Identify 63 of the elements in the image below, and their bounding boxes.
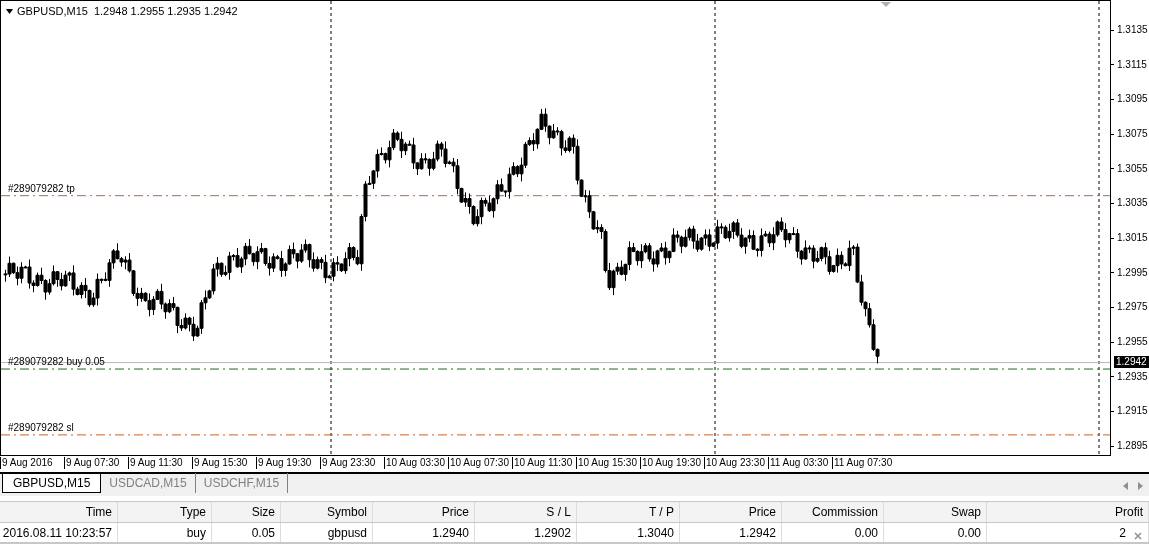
table-cell: 1.2940 bbox=[373, 523, 475, 542]
column-header[interactable]: Time bbox=[0, 502, 118, 522]
time-axis-label: 10 Aug 23:30 bbox=[704, 457, 765, 469]
price-axis-label: 1.2995 bbox=[1111, 266, 1148, 279]
column-header[interactable]: T / P bbox=[577, 502, 680, 522]
table-cell: 2016.08.11 10:23:57 bbox=[0, 523, 118, 542]
time-axis-label: 9 Aug 2016 bbox=[0, 457, 53, 469]
price-axis-label: 1.2955 bbox=[1111, 336, 1148, 348]
price-axis-label: 1.3115 bbox=[1111, 58, 1147, 71]
time-axis-label: 9 Aug 11:30 bbox=[128, 457, 183, 469]
price-axis-label: 1.2935 bbox=[1111, 370, 1148, 383]
close-icon[interactable] bbox=[1134, 532, 1142, 540]
price-axis-label: 1.3055 bbox=[1111, 162, 1148, 175]
time-axis-label: 10 Aug 07:30 bbox=[448, 457, 509, 469]
price-axis-label: 1.3095 bbox=[1111, 93, 1148, 106]
column-header[interactable]: Swap bbox=[884, 502, 987, 522]
time-axis-label: 11 Aug 07:30 bbox=[832, 457, 893, 469]
column-header[interactable]: Profit bbox=[987, 502, 1149, 522]
column-header[interactable]: Size bbox=[212, 502, 281, 522]
scroll-right-icon[interactable] bbox=[1138, 482, 1143, 490]
chart-tab[interactable]: USDCHF,M15 bbox=[195, 473, 289, 493]
time-axis-label: 11 Aug 03:30 bbox=[768, 457, 829, 469]
table-cell: 0.00 bbox=[884, 523, 987, 542]
table-cell: 1.2902 bbox=[475, 523, 577, 542]
scroll-left-icon[interactable] bbox=[1123, 482, 1128, 490]
chart-symbol: GBPUSD,M15 bbox=[17, 4, 88, 19]
table-cell: 1.3040 bbox=[577, 523, 680, 542]
shift-marker-icon bbox=[881, 2, 891, 7]
order-line-label: #289079282 buy 0.05 bbox=[8, 356, 105, 369]
time-axis-label: 9 Aug 23:30 bbox=[320, 457, 376, 469]
price-axis-label: 1.3035 bbox=[1111, 197, 1148, 210]
column-header[interactable]: Price bbox=[680, 502, 782, 522]
order-line-label: #289079282 sl bbox=[8, 421, 74, 434]
time-axis-label: 9 Aug 19:30 bbox=[256, 457, 312, 469]
chart-tab[interactable]: GBPUSD,M15 bbox=[2, 473, 102, 493]
order-line-label: #289079282 tp bbox=[8, 182, 75, 195]
time-axis-label: 9 Aug 07:30 bbox=[64, 457, 120, 469]
time-axis-label: 10 Aug 15:30 bbox=[576, 457, 637, 469]
dropdown-caret-icon[interactable] bbox=[6, 8, 13, 14]
time-axis-label: 10 Aug 03:30 bbox=[384, 457, 445, 469]
time-axis-label: 10 Aug 19:30 bbox=[640, 457, 701, 469]
current-price-label: 1.2942 bbox=[1114, 355, 1149, 368]
time-axis-label: 9 Aug 15:30 bbox=[192, 457, 248, 469]
price-axis-label: 1.3135 bbox=[1111, 24, 1148, 36]
column-header[interactable]: S / L bbox=[475, 502, 577, 522]
table-cell: 0.05 bbox=[212, 523, 281, 542]
price-axis-label: 1.3015 bbox=[1111, 232, 1148, 244]
price-axis-label: 1.2895 bbox=[1111, 440, 1148, 453]
table-cell: 2 bbox=[987, 523, 1149, 542]
table-cell: 1.2942 bbox=[680, 523, 782, 542]
column-header[interactable]: Price bbox=[373, 502, 475, 522]
table-cell: gbpusd bbox=[281, 523, 373, 542]
time-axis-label: 10 Aug 11:30 bbox=[512, 457, 573, 469]
column-header[interactable]: Type bbox=[118, 502, 212, 522]
chart-tab[interactable]: USDCAD,M15 bbox=[101, 473, 196, 493]
price-axis-label: 1.3075 bbox=[1111, 128, 1148, 140]
table-cell: buy bbox=[118, 523, 212, 542]
price-axis-label: 1.2975 bbox=[1111, 301, 1148, 314]
column-header[interactable]: Symbol bbox=[281, 502, 373, 522]
column-header[interactable]: Commission bbox=[782, 502, 884, 522]
chart-ohlc: 1.2948 1.2955 1.2935 1.2942 bbox=[93, 4, 238, 19]
table-cell: 0.00 bbox=[782, 523, 884, 542]
price-axis-label: 1.2915 bbox=[1111, 405, 1148, 418]
